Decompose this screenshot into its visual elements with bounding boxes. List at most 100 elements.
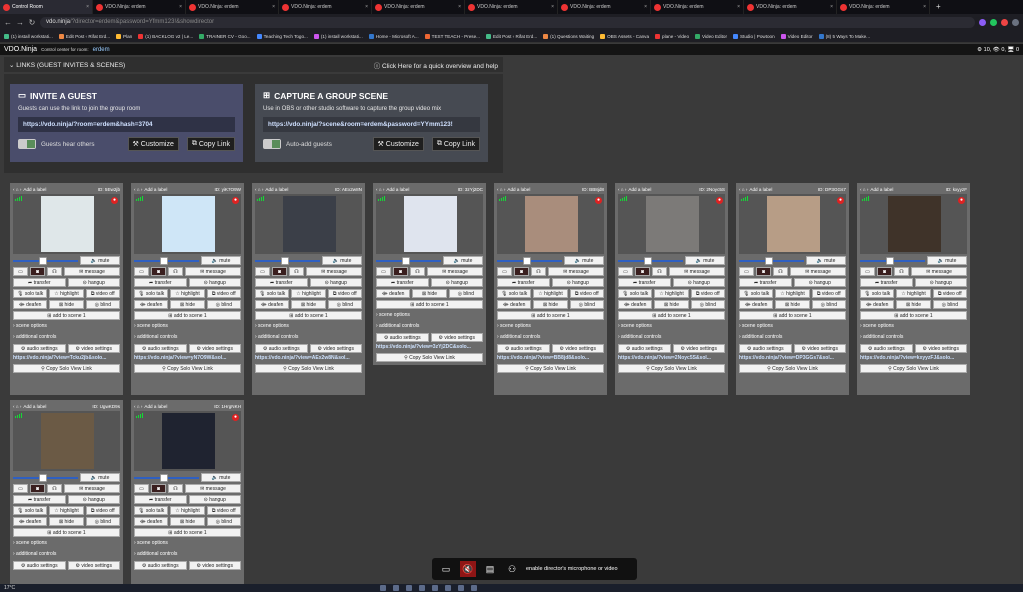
hide-button[interactable]: ⊠ hide [775, 300, 810, 309]
camera-icon[interactable]: ◙ [151, 484, 166, 493]
mute-button[interactable]: 🔈 mute [322, 256, 362, 265]
video-off-button[interactable]: ⧉ video off [327, 289, 362, 298]
hide-button[interactable]: ⊠ hide [170, 300, 205, 309]
camera-icon[interactable]: ◙ [877, 267, 892, 276]
volume-knob[interactable] [281, 257, 289, 265]
hide-button[interactable]: ⊠ hide [49, 517, 84, 526]
camera-icon[interactable]: ◙ [393, 267, 408, 276]
blind-button[interactable]: ◎ blind [448, 289, 483, 298]
add-to-scene-button[interactable]: ⊞ add to scene 1 [134, 528, 241, 537]
guest-video[interactable]: ● [13, 194, 120, 254]
copy-link-button[interactable]: ⧉ Copy Link [186, 137, 235, 151]
transfer-button[interactable]: ➦ transfer [13, 278, 66, 287]
scene-options-toggle[interactable]: › scene options [739, 323, 846, 331]
deafen-button[interactable]: ⟴ deafen [134, 517, 169, 526]
headset-icon[interactable]: ☊ [47, 267, 62, 276]
headset-icon[interactable]: ☊ [289, 267, 304, 276]
bookmark-item[interactable]: Teaching Tech Togo... [256, 33, 308, 39]
deafen-button[interactable]: ⟴ deafen [618, 300, 653, 309]
video-settings-button[interactable]: ⚙ video settings [67, 344, 120, 353]
transfer-button[interactable]: ➦ transfer [497, 278, 550, 287]
screen-icon[interactable]: ▭ [618, 267, 633, 276]
hangup-button[interactable]: ⊝ hangup [67, 278, 120, 287]
additional-controls-toggle[interactable]: › additional controls [255, 334, 362, 342]
volume-knob[interactable] [523, 257, 531, 265]
additional-controls-toggle[interactable]: › additional controls [860, 334, 967, 342]
video-off-button[interactable]: ⧉ video off [932, 289, 967, 298]
transfer-button[interactable]: ➦ transfer [134, 278, 187, 287]
guest-video[interactable] [13, 411, 120, 471]
volume-slider[interactable] [255, 256, 320, 265]
highlight-button[interactable]: ☆ highlight [49, 289, 84, 298]
blind-button[interactable]: ◎ blind [85, 517, 120, 526]
solo-talk-button[interactable]: 🎙 solo talk [497, 289, 532, 298]
audio-settings-button[interactable]: ⚙ audio settings [376, 333, 429, 342]
screen-icon[interactable]: ▭ [134, 267, 149, 276]
browser-tab[interactable]: VDO.Ninja: erdem × [372, 0, 465, 14]
browser-tab[interactable]: VDO.Ninja: erdem × [744, 0, 837, 14]
message-button[interactable]: ✉ message [185, 484, 241, 493]
scene-options-toggle[interactable]: › scene options [13, 540, 120, 548]
add-label-link[interactable]: ‹ ⌂ › [739, 187, 747, 192]
bookmark-item[interactable]: Edit Post ‹ Rifat Erd... [485, 33, 537, 39]
headset-icon[interactable]: ☊ [168, 267, 183, 276]
volume-knob[interactable] [39, 257, 47, 265]
screen-icon[interactable]: ▭ [255, 267, 270, 276]
blind-button[interactable]: ◎ blind [206, 300, 241, 309]
hangup-button[interactable]: ⊝ hangup [551, 278, 604, 287]
extension-icon[interactable] [990, 18, 997, 26]
highlight-button[interactable]: ☆ highlight [533, 289, 568, 298]
mute-button[interactable]: 🔈 mute [443, 256, 483, 265]
mute-button[interactable]: 🔈 mute [80, 473, 120, 482]
bookmark-item[interactable]: TRAINER CV - Goo... [199, 33, 251, 39]
recording-icon[interactable]: ● [111, 197, 118, 204]
audio-settings-button[interactable]: ⚙ audio settings [618, 344, 671, 353]
mute-button[interactable]: 🔈 mute [80, 256, 120, 265]
audio-settings-button[interactable]: ⚙ audio settings [255, 344, 308, 353]
links-toggle-label[interactable]: ⌄ LINKS (GUEST INVITES & SCENES) [9, 61, 125, 69]
browser-tab[interactable]: VDO.Ninja: erdem × [651, 0, 744, 14]
transfer-button[interactable]: ➦ transfer [255, 278, 308, 287]
headset-icon[interactable]: ☊ [410, 267, 425, 276]
extension-icon[interactable] [979, 18, 986, 26]
volume-knob[interactable] [39, 474, 47, 482]
blind-button[interactable]: ◎ blind [327, 300, 362, 309]
solo-view-link[interactable]: https://vdo.ninja/?view=AEx2w8N&sol... [255, 355, 362, 362]
invite-link[interactable]: https://vdo.ninja/?room=erdem&hash=3704 [18, 117, 235, 132]
deafen-button[interactable]: ⟴ deafen [860, 300, 895, 309]
volume-knob[interactable] [644, 257, 652, 265]
chat-icon[interactable]: ▭ [438, 561, 454, 577]
browser-tab[interactable]: VDO.Ninja: erdem × [558, 0, 651, 14]
add-to-scene-button[interactable]: ⊞ add to scene 1 [618, 311, 725, 320]
hide-button[interactable]: ⊠ hide [170, 517, 205, 526]
video-settings-button[interactable]: ⚙ video settings [672, 344, 725, 353]
volume-slider[interactable] [860, 256, 925, 265]
message-button[interactable]: ✉ message [185, 267, 241, 276]
transfer-button[interactable]: ➦ transfer [134, 495, 187, 504]
additional-controls-toggle[interactable]: › additional controls [497, 334, 604, 342]
browser-tab[interactable]: Control Room × [0, 0, 93, 14]
scene-options-toggle[interactable]: › scene options [255, 323, 362, 331]
add-to-scene-button[interactable]: ⊞ add to scene 1 [255, 311, 362, 320]
app-icon[interactable] [432, 585, 438, 591]
screen-icon[interactable]: ▤ [482, 561, 498, 577]
close-icon[interactable]: × [923, 4, 926, 10]
scene-options-toggle[interactable]: › scene options [134, 540, 241, 548]
hide-button[interactable]: ⊠ hide [412, 289, 447, 298]
hangup-button[interactable]: ⊝ hangup [672, 278, 725, 287]
solo-view-link[interactable]: https://vdo.ninja/?view=kxyyzFJ&solo... [860, 355, 967, 362]
hangup-button[interactable]: ⊝ hangup [914, 278, 967, 287]
highlight-button[interactable]: ☆ highlight [896, 289, 931, 298]
guest-label[interactable]: Add a label [144, 404, 167, 409]
solo-talk-button[interactable]: 🎙 solo talk [739, 289, 774, 298]
solo-view-link[interactable]: https://vdo.ninja/?view=BB8jd8&solo... [497, 355, 604, 362]
guest-label[interactable]: Add a label [386, 187, 409, 192]
recording-icon[interactable]: ● [716, 197, 723, 204]
video-settings-button[interactable]: ⚙ video settings [309, 344, 362, 353]
audio-settings-button[interactable]: ⚙ audio settings [739, 344, 792, 353]
blind-button[interactable]: ◎ blind [569, 300, 604, 309]
add-label-link[interactable]: ‹ ⌂ › [13, 404, 21, 409]
bookmark-item[interactable]: Edit Post ‹ Rifat Erd... [58, 33, 110, 39]
reload-icon[interactable]: ↻ [28, 18, 36, 27]
guest-video[interactable] [255, 194, 362, 254]
